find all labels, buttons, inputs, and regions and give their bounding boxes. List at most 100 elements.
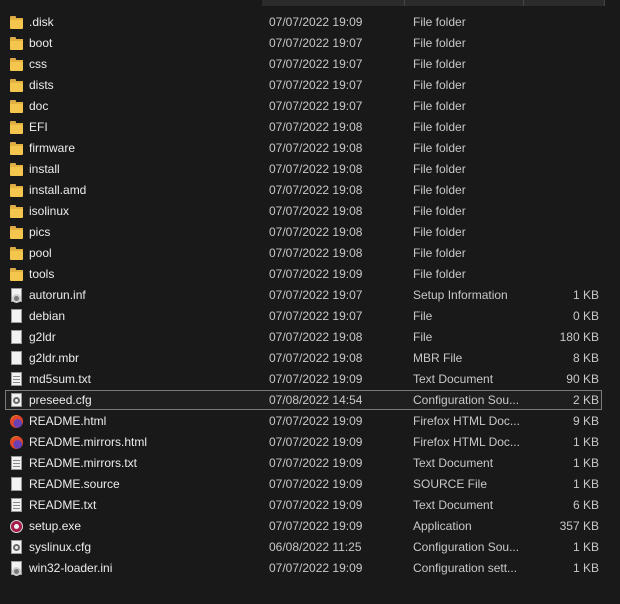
file-row[interactable]: setup.exe 07/07/2022 19:09 Application 357 … xyxy=(0,516,620,537)
file-row[interactable]: .disk 07/07/2022 19:09 File folder xyxy=(0,12,620,33)
folder-icon xyxy=(10,267,24,282)
file-name: install xyxy=(29,162,60,176)
firefox-icon xyxy=(10,414,24,429)
file-row[interactable]: win32-loader.ini 07/07/2022 19:09 Configur… xyxy=(0,558,620,579)
file-size: 9 KB xyxy=(572,414,599,428)
folder-icon xyxy=(10,120,24,135)
file-name: g2ldr.mbr xyxy=(29,351,80,365)
file-row[interactable]: pool 07/07/2022 19:08 File folder xyxy=(0,243,620,264)
file-row[interactable]: install.amd 07/07/2022 19:08 File folder xyxy=(0,180,620,201)
text-file-icon xyxy=(10,456,24,471)
file-type: Configuration Sou... xyxy=(413,540,520,554)
blank-file-icon xyxy=(10,351,24,366)
file-type: File folder xyxy=(413,183,466,197)
file-name: preseed.cfg xyxy=(29,393,92,407)
date-column-header[interactable] xyxy=(262,0,404,6)
file-row[interactable]: doc 07/07/2022 19:07 File folder xyxy=(0,96,620,117)
file-row[interactable]: g2ldr.mbr 07/07/2022 19:08 MBR File 8 KB xyxy=(0,348,620,369)
file-date-modified: 07/08/2022 14:54 xyxy=(269,393,363,407)
file-date-modified: 07/07/2022 19:09 xyxy=(269,498,363,512)
file-size: 2 KB xyxy=(572,393,599,407)
file-size: 90 KB xyxy=(566,372,599,386)
file-name: firmware xyxy=(29,141,76,155)
file-type: Setup Information xyxy=(413,288,508,302)
file-name: tools xyxy=(29,267,55,281)
folder-icon xyxy=(10,15,24,30)
file-size xyxy=(530,96,599,117)
folder-icon xyxy=(10,204,24,219)
file-size xyxy=(530,33,599,54)
firefox-icon xyxy=(10,435,24,450)
file-size: 357 KB xyxy=(559,519,599,533)
file-date-modified: 07/07/2022 19:07 xyxy=(269,288,363,302)
file-date-modified: 07/07/2022 19:07 xyxy=(269,36,363,50)
file-row[interactable]: README.mirrors.txt 07/07/2022 19:09 Text D… xyxy=(0,453,620,474)
file-type: Configuration sett... xyxy=(413,561,518,575)
file-type: File xyxy=(413,309,433,323)
file-row[interactable]: g2ldr 07/07/2022 19:08 File 180 KB xyxy=(0,327,620,348)
file-type: Firefox HTML Doc... xyxy=(413,435,520,449)
file-name: README.mirrors.txt xyxy=(29,456,137,470)
file-size xyxy=(530,12,599,33)
folder-icon xyxy=(10,225,24,240)
file-type: File folder xyxy=(413,15,466,29)
file-row[interactable]: README.html 07/07/2022 19:09 Firefox HTML … xyxy=(0,411,620,432)
file-type: Firefox HTML Doc... xyxy=(413,414,520,428)
file-row[interactable]: css 07/07/2022 19:07 File folder xyxy=(0,54,620,75)
file-row[interactable]: syslinux.cfg 06/08/2022 11:25 Configuratio… xyxy=(0,537,620,558)
file-date-modified: 07/07/2022 19:09 xyxy=(269,519,363,533)
file-row[interactable]: pics 07/07/2022 19:08 File folder xyxy=(0,222,620,243)
file-type: Text Document xyxy=(413,498,494,512)
file-row[interactable]: install 07/07/2022 19:08 File folder xyxy=(0,159,620,180)
file-date-modified: 07/07/2022 19:07 xyxy=(269,78,363,92)
folder-icon xyxy=(10,36,24,51)
file-row[interactable]: EFI 07/07/2022 19:08 File folder xyxy=(0,117,620,138)
file-size xyxy=(530,117,599,138)
file-date-modified: 07/07/2022 19:09 xyxy=(269,477,363,491)
file-date-modified: 07/07/2022 19:08 xyxy=(269,225,363,239)
column-header-strip[interactable] xyxy=(0,0,620,6)
file-type: Text Document xyxy=(413,456,494,470)
file-row[interactable]: tools 07/07/2022 19:09 File folder xyxy=(0,264,620,285)
file-size: 1 KB xyxy=(572,435,599,449)
file-row[interactable]: README.mirrors.html 07/07/2022 19:09 Firef… xyxy=(0,432,620,453)
file-date-modified: 07/07/2022 19:07 xyxy=(269,99,363,113)
file-date-modified: 07/07/2022 19:09 xyxy=(269,435,363,449)
file-date-modified: 06/08/2022 11:25 xyxy=(269,540,362,554)
file-row[interactable]: README.txt 07/07/2022 19:09 Text Document 6… xyxy=(0,495,620,516)
file-row[interactable]: boot 07/07/2022 19:07 File folder xyxy=(0,33,620,54)
file-type: File xyxy=(413,330,433,344)
file-name: css xyxy=(29,57,47,71)
file-name: pool xyxy=(29,246,52,260)
column-divider[interactable] xyxy=(604,0,605,6)
file-type: File folder xyxy=(413,120,466,134)
file-row[interactable]: md5sum.txt 07/07/2022 19:09 Text Document 9… xyxy=(0,369,620,390)
file-type: File folder xyxy=(413,57,466,71)
size-column-header[interactable] xyxy=(524,0,604,6)
file-size xyxy=(530,201,599,222)
file-row[interactable]: dists 07/07/2022 19:07 File folder xyxy=(0,75,620,96)
config-file-icon xyxy=(10,540,24,555)
file-row[interactable]: autorun.inf 07/07/2022 19:07 Setup Informa… xyxy=(0,285,620,306)
file-row[interactable]: preseed.cfg 07/08/2022 14:54 Configuration… xyxy=(0,390,620,411)
file-type: File folder xyxy=(413,204,466,218)
file-date-modified: 07/07/2022 19:08 xyxy=(269,183,363,197)
file-type: MBR File xyxy=(413,351,463,365)
file-name: install.amd xyxy=(29,183,87,197)
file-row[interactable]: debian 07/07/2022 19:07 File 0 KB xyxy=(0,306,620,327)
file-size: 0 KB xyxy=(572,309,599,323)
file-row[interactable]: firmware 07/07/2022 19:08 File folder xyxy=(0,138,620,159)
file-name: README.source xyxy=(29,477,120,491)
settings-file-icon xyxy=(10,288,24,303)
file-date-modified: 07/07/2022 19:08 xyxy=(269,246,363,260)
folder-icon xyxy=(10,57,24,72)
file-row[interactable]: isolinux 07/07/2022 19:08 File folder xyxy=(0,201,620,222)
file-name: .disk xyxy=(29,15,54,29)
folder-icon xyxy=(10,162,24,177)
file-row[interactable]: README.source 07/07/2022 19:09 SOURCE File… xyxy=(0,474,620,495)
config-file-icon xyxy=(10,393,24,408)
file-name: README.html xyxy=(29,414,107,428)
file-type: File folder xyxy=(413,141,466,155)
file-size xyxy=(530,264,599,285)
type-column-header[interactable] xyxy=(405,0,523,6)
